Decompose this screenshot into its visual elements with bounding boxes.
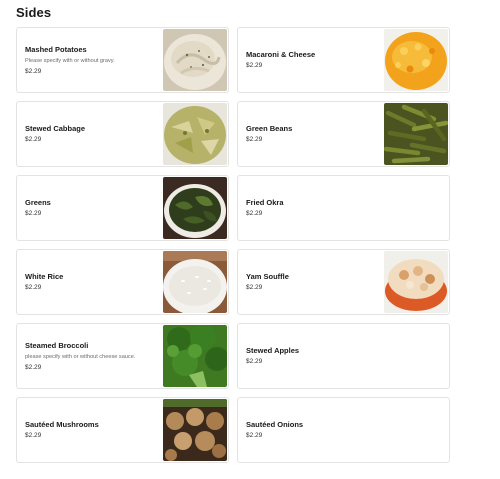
- menu-item-steamed-broccoli[interactable]: Steamed Broccoli please specify with or …: [16, 323, 229, 389]
- item-price: $2.29: [246, 358, 263, 365]
- menu-item-sauteed-mushrooms[interactable]: Sautéed Mushrooms $2.29: [16, 397, 229, 463]
- menu-item-greens[interactable]: Greens $2.29: [16, 175, 229, 241]
- item-name: Steamed Broccoli: [25, 340, 89, 350]
- sides-page: Sides Mashed Potatoes Please specify wit…: [0, 0, 500, 479]
- menu-item-mashed-potatoes[interactable]: Mashed Potatoes Please specify with or w…: [16, 27, 229, 93]
- menu-grid: Mashed Potatoes Please specify with or w…: [16, 27, 450, 463]
- greens-photo: [163, 177, 227, 239]
- item-name: Sautéed Onions: [246, 420, 304, 429]
- menu-item-macaroni-cheese[interactable]: Macaroni & Cheese $2.29: [237, 27, 450, 93]
- item-name: Greens: [25, 198, 51, 207]
- item-name: Stewed Apples: [246, 346, 300, 355]
- item-price: $2.29: [246, 62, 263, 69]
- item-name: White Rice: [25, 272, 64, 281]
- menu-item-yam-souffle[interactable]: Yam Souffle $2.29: [237, 249, 450, 315]
- item-name: Mashed Potatoes: [25, 44, 87, 54]
- menu-item-sauteed-onions[interactable]: Sautéed Onions $2.29: [237, 397, 450, 463]
- item-price: $2.29: [25, 363, 42, 371]
- macaroni-cheese-photo: [384, 29, 448, 91]
- item-description: please specify with or without cheese sa…: [25, 353, 136, 360]
- menu-item-stewed-apples[interactable]: Stewed Apples $2.29: [237, 323, 450, 389]
- green-beans-photo: [384, 103, 448, 165]
- item-name: Stewed Cabbage: [25, 124, 86, 133]
- item-price: $2.29: [25, 432, 42, 439]
- item-price: $2.29: [246, 210, 263, 217]
- item-price: $2.29: [25, 136, 42, 143]
- menu-item-fried-okra[interactable]: Fried Okra $2.29: [237, 175, 450, 241]
- item-price: $2.29: [25, 284, 42, 291]
- yam-souffle-photo: [384, 251, 448, 313]
- item-price: $2.29: [246, 284, 263, 291]
- menu-item-white-rice[interactable]: White Rice $2.29: [16, 249, 229, 315]
- item-name: Yam Souffle: [246, 272, 289, 281]
- item-price: $2.29: [25, 210, 42, 217]
- menu-item-green-beans[interactable]: Green Beans $2.29: [237, 101, 450, 167]
- item-price: $2.29: [246, 432, 263, 439]
- sauteed-mushrooms-photo: [163, 399, 227, 461]
- steamed-broccoli-photo: [163, 325, 227, 387]
- item-description: Please specify with or without gravy.: [25, 57, 115, 64]
- item-name: Sautéed Mushrooms: [25, 420, 99, 429]
- item-price: $2.29: [25, 67, 42, 75]
- menu-item-stewed-cabbage[interactable]: Stewed Cabbage $2.29: [16, 101, 229, 167]
- section-title: Sides: [16, 5, 52, 20]
- item-name: Fried Okra: [246, 198, 284, 207]
- item-price: $2.29: [246, 136, 263, 143]
- stewed-cabbage-photo: [163, 103, 227, 165]
- mashed-potatoes-photo: [163, 29, 227, 91]
- item-name: Green Beans: [246, 124, 293, 133]
- white-rice-photo: [163, 251, 227, 313]
- item-name: Macaroni & Cheese: [246, 50, 316, 59]
